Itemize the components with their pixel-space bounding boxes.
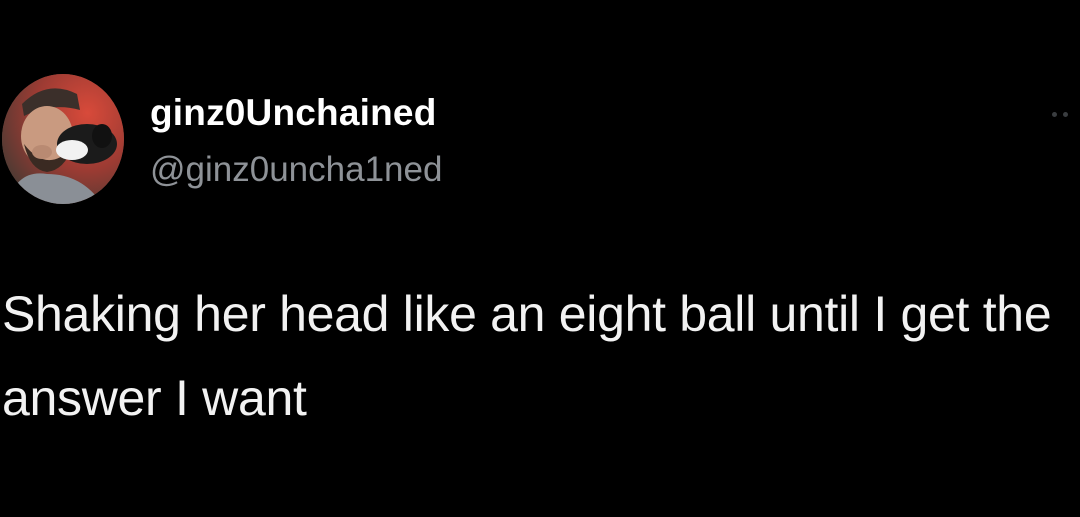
more-options-icon — [1063, 111, 1068, 117]
more-options-button[interactable] — [1052, 104, 1078, 124]
author-display-name[interactable]: ginz0Unchained — [150, 92, 437, 134]
more-options-icon — [1052, 111, 1057, 117]
tweet-card: ginz0Unchained @ginz0uncha1ned Shaking h… — [0, 0, 1080, 517]
author-handle[interactable]: @ginz0uncha1ned — [150, 150, 442, 190]
tweet-text: Shaking her head like an eight ball unti… — [2, 286, 1052, 426]
avatar-photo-icon — [2, 74, 124, 204]
user-avatar[interactable] — [2, 74, 124, 204]
